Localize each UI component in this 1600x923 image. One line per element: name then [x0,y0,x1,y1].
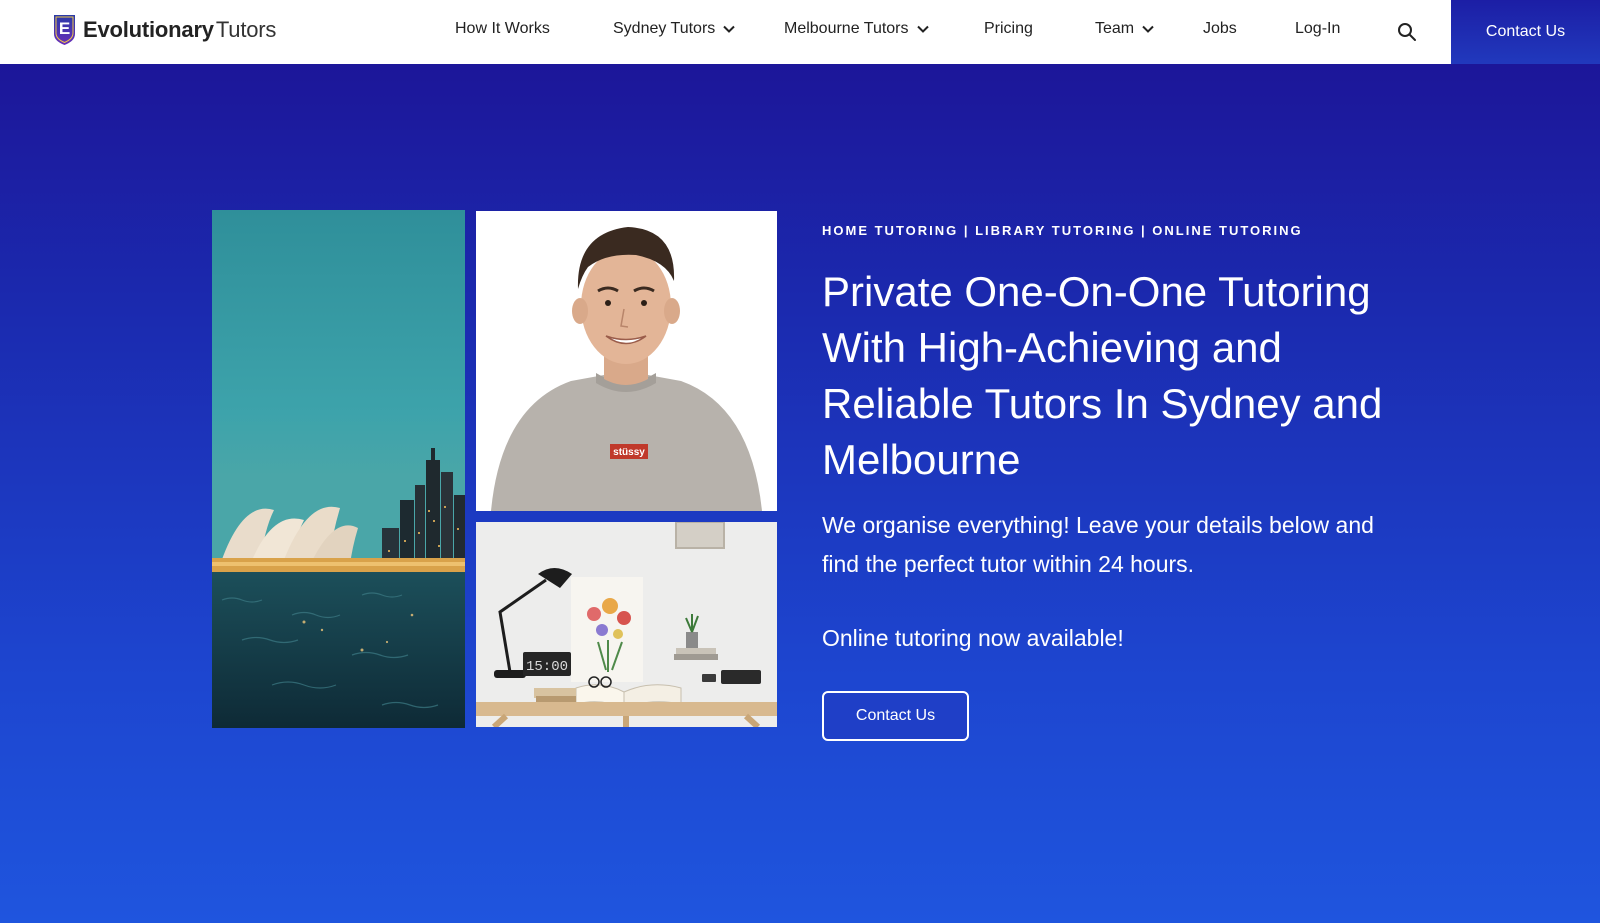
nav-jobs[interactable]: Jobs [1203,20,1237,38]
chevron-down-icon [1142,25,1154,33]
contact-us-cta-button[interactable]: Contact Us [822,691,969,741]
search-icon[interactable] [1397,22,1417,42]
contact-us-nav-label: Contact Us [1485,23,1566,40]
hero-eyebrow: HOME TUTORING | LIBRARY TUTORING | ONLIN… [822,223,1303,238]
desk-study-photo: 15:00 [476,522,777,727]
nav-pricing-label: Pricing [984,20,1033,37]
nav-log-in[interactable]: Log-In [1295,20,1340,38]
site-logo[interactable]: E EvolutionaryTutors [53,14,276,46]
tutor-portrait-photo: stüssy [476,211,777,511]
chevron-down-icon [916,25,929,33]
svg-text:stüssy: stüssy [613,447,645,458]
nav-sydney-tutors[interactable]: Sydney Tutors [613,20,735,38]
nav-melbourne-tutors[interactable]: Melbourne Tutors [784,20,929,38]
nav-team[interactable]: Team [1095,20,1154,38]
chevron-down-icon [723,25,735,33]
nav-team-label: Team [1095,20,1135,37]
nav-jobs-label: Jobs [1203,20,1237,37]
top-navbar: E EvolutionaryTutors How It Works Sydney… [0,0,1600,64]
brand-name: EvolutionaryTutors [83,17,276,43]
brand-name-bold: Evolutionary [83,17,214,42]
nav-how-it-works[interactable]: How It Works [455,20,550,38]
nav-sydney-tutors-label: Sydney Tutors [613,20,716,37]
tutor-portrait-illustration: stüssy [476,211,777,511]
brand-name-light: Tutors [215,17,277,42]
nav-log-in-label: Log-In [1295,20,1341,37]
shield-e-icon: E [54,15,75,45]
desk-illustration: 15:00 [476,522,777,727]
hero-headline: Private One-On-One Tutoring With High-Ac… [822,268,1383,483]
nav-pricing[interactable]: Pricing [984,20,1033,38]
svg-text:15:00: 15:00 [526,659,568,675]
contact-us-nav-button[interactable]: Contact Us [1451,0,1600,64]
online-tutoring-note: Online tutoring now available! [822,625,1124,651]
hero-subtext: We organise everything! Leave your detai… [822,512,1374,577]
sydney-harbour-photo [212,210,465,728]
sydney-harbour-illustration [212,210,465,728]
nav-melbourne-tutors-label: Melbourne Tutors [784,20,909,37]
nav-how-it-works-label: How It Works [455,20,550,37]
svg-text:E: E [59,19,70,38]
contact-us-cta-label: Contact Us [855,707,936,724]
